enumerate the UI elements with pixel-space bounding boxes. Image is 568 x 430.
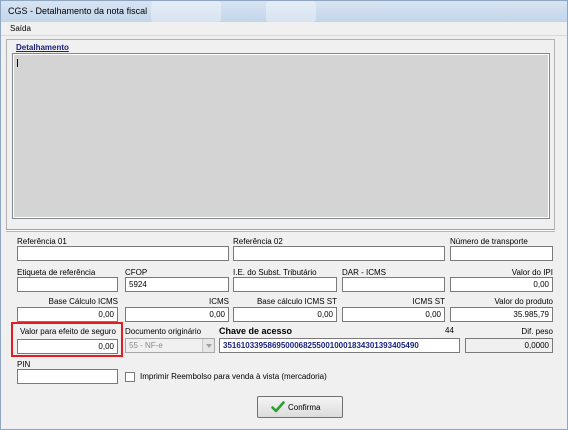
documento-originario-select[interactable]: 55 - NF-e (125, 338, 215, 353)
numero-transporte-input[interactable] (450, 246, 553, 261)
confirm-button-label: Confirma (288, 403, 321, 412)
titlebar-reflection (151, 1, 221, 22)
icms-label: ICMS (209, 297, 229, 306)
documento-originario-value: 55 - NF-e (129, 341, 163, 350)
ie-subst-label: I.E. do Subst. Tributário (233, 268, 317, 277)
detail-legend: Detalhamento (16, 43, 69, 52)
etiqueta-input[interactable] (17, 277, 118, 292)
cfop-label: CFOP (125, 268, 148, 277)
icms-st-input[interactable]: 0,00 (342, 307, 445, 322)
window-title: CGS - Detalhamento da nota fiscal (8, 6, 148, 16)
text-caret (17, 59, 18, 67)
valor-produto-input[interactable]: 35.985,79 (450, 307, 553, 322)
separator (6, 229, 555, 231)
pin-input[interactable] (17, 369, 118, 384)
chave-acesso-label: Chave de acesso (219, 326, 293, 336)
dar-icms-input[interactable] (342, 277, 445, 292)
cfop-input[interactable]: 5924 (125, 277, 229, 292)
referencia02-label: Referência 02 (233, 237, 283, 246)
referencia01-label: Referência 01 (17, 237, 67, 246)
checkmark-icon (271, 401, 285, 413)
valor-seguro-input[interactable]: 0,00 (17, 339, 118, 354)
dar-icms-label: DAR - ICMS (342, 268, 386, 277)
base-icms-label: Base Cálculo ICMS (48, 297, 118, 306)
valor-seguro-label: Valor para efeito de seguro (20, 327, 116, 336)
base-icms-st-label: Base cálculo ICMS ST (256, 297, 337, 306)
chevron-down-icon[interactable] (202, 339, 214, 352)
valor-ipi-input[interactable]: 0,00 (450, 277, 553, 292)
numero-transporte-label: Número de transporte (450, 237, 528, 246)
base-icms-input[interactable]: 0,00 (17, 307, 118, 322)
menu-bar: Saída (1, 22, 567, 36)
detail-memo[interactable] (12, 53, 550, 219)
referencia02-input[interactable] (233, 246, 445, 261)
documento-originario-label: Documento originário (125, 327, 202, 336)
referencia01-input[interactable] (17, 246, 229, 261)
chave-acesso-count: 44 (445, 326, 454, 335)
reembolso-checkbox[interactable] (125, 372, 135, 382)
pin-label: PIN (17, 360, 31, 369)
icms-input[interactable]: 0,00 (125, 307, 229, 322)
valor-ipi-label: Valor do IPI (511, 268, 553, 277)
ie-subst-input[interactable] (233, 277, 337, 292)
base-icms-st-input[interactable]: 0,00 (233, 307, 337, 322)
reembolso-checkbox-label[interactable]: Imprimir Reembolso para venda à vista (m… (140, 372, 327, 381)
menu-item-saida[interactable]: Saída (10, 24, 31, 33)
titlebar-reflection (266, 1, 316, 22)
title-bar: CGS - Detalhamento da nota fiscal (1, 1, 567, 22)
chave-acesso-input[interactable]: 3516103395869500068255001000183430139340… (219, 338, 460, 353)
confirm-button[interactable]: Confirma (257, 396, 343, 418)
valor-produto-label: Valor do produto (494, 297, 553, 306)
dif-peso-label: Dif. peso (521, 327, 553, 336)
icms-st-label: ICMS ST (412, 297, 445, 306)
dif-peso-input[interactable]: 0,0000 (465, 338, 553, 353)
etiqueta-label: Etiqueta de referência (17, 268, 96, 277)
